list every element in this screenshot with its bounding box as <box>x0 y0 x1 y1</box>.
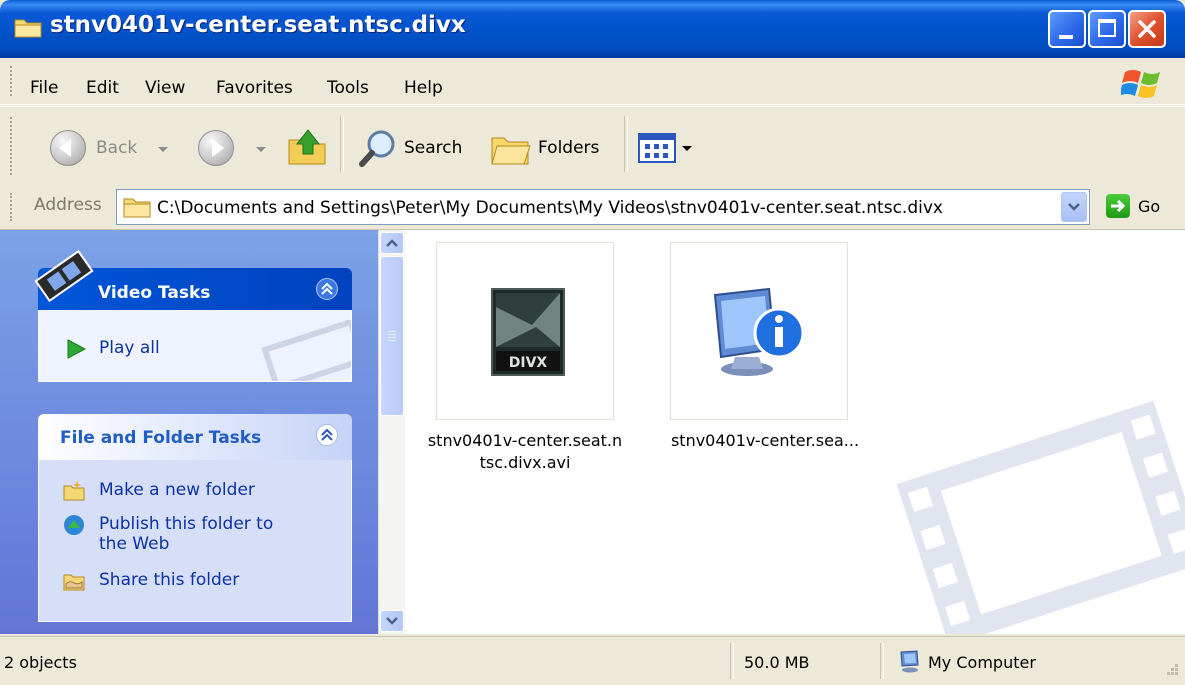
go-button[interactable] <box>1106 194 1130 218</box>
scroll-down-button[interactable] <box>380 610 404 632</box>
toolbar-grip[interactable] <box>10 117 14 175</box>
new-folder-icon <box>63 481 85 501</box>
views-dropdown-icon <box>682 146 692 151</box>
video-tasks-title: Video Tasks <box>98 283 211 303</box>
menu-tools[interactable]: Tools <box>327 78 369 98</box>
folder-icon <box>14 19 42 38</box>
menu-help[interactable]: Help <box>404 78 443 98</box>
menu-view[interactable]: View <box>145 78 185 98</box>
status-object-count: 2 objects <box>4 653 77 672</box>
status-zone: My Computer <box>928 653 1036 672</box>
publish-folder-link-line2[interactable]: the Web <box>99 534 169 554</box>
address-dropdown-button[interactable] <box>1061 192 1087 222</box>
menu-file[interactable]: File <box>30 78 58 98</box>
forward-arrow-icon <box>198 130 234 166</box>
up-folder-icon[interactable] <box>286 126 328 168</box>
minimize-icon <box>1059 35 1073 39</box>
windows-logo-icon <box>1121 70 1160 98</box>
chevron-down-icon <box>386 617 398 625</box>
search-label: Search <box>404 138 463 158</box>
file-name-line1: stnv0401v-center.sea... <box>670 431 860 450</box>
share-folder-icon <box>63 574 85 591</box>
file-name-line1: stnv0401v-center.seat.n <box>427 431 623 450</box>
folders-label: Folders <box>538 138 600 158</box>
file-name: stnv0401v-center.sea... <box>645 430 885 452</box>
scroll-up-button[interactable] <box>380 232 404 254</box>
back-arrow-icon <box>50 130 86 166</box>
file-list[interactable]: DIVX stnv0401v-center.seat.n tsc.divx.av… <box>405 230 1185 634</box>
collapse-icon[interactable] <box>316 278 338 300</box>
maximize-button[interactable] <box>1088 10 1126 48</box>
publish-web-icon <box>64 515 84 535</box>
search-button[interactable]: Search <box>352 124 470 170</box>
publish-folder-link[interactable]: Publish this folder to <box>99 514 273 534</box>
go-arrow-icon <box>1111 199 1126 213</box>
address-bar: Address C:\Documents and Settings\Peter\… <box>0 185 1185 230</box>
play-icon <box>67 339 87 359</box>
task-pane: Video Tasks Play all File and Folder Tas… <box>0 230 378 634</box>
computer-info-icon <box>713 287 805 376</box>
svg-text:DIVX: DIVX <box>509 355 548 371</box>
address-grip[interactable] <box>10 193 14 221</box>
file-thumbnail[interactable] <box>670 242 848 420</box>
close-icon <box>1138 20 1156 38</box>
menu-edit[interactable]: Edit <box>86 78 119 98</box>
film-watermark-icon <box>896 400 1185 634</box>
folders-button[interactable]: Folders <box>486 124 616 170</box>
film-watermark-icon <box>261 320 351 381</box>
toolbar-separator <box>624 116 628 172</box>
status-divider <box>880 643 884 679</box>
file-thumbnail[interactable]: DIVX <box>436 242 614 420</box>
scroll-thumb[interactable] <box>380 256 404 416</box>
back-button[interactable]: Back <box>40 125 180 175</box>
file-folder-tasks-title: File and Folder Tasks <box>60 428 262 448</box>
status-bar: 2 objects 50.0 MB My Computer <box>0 636 1185 685</box>
views-button[interactable] <box>636 128 698 168</box>
views-icon <box>638 133 676 163</box>
address-label: Address <box>34 195 102 215</box>
status-size: 50.0 MB <box>744 653 810 672</box>
resize-grip-icon[interactable] <box>1160 661 1180 681</box>
film-strip-icon <box>34 249 94 303</box>
title-bar[interactable]: stnv0401v-center.seat.ntsc.divx <box>0 0 1185 58</box>
chevron-up-icon <box>386 239 398 247</box>
toolbar-separator <box>340 116 344 172</box>
share-folder-link[interactable]: Share this folder <box>99 570 239 590</box>
file-name: stnv0401v-center.seat.n tsc.divx.avi <box>405 430 645 474</box>
back-label: Back <box>96 138 138 158</box>
address-input[interactable]: C:\Documents and Settings\Peter\My Docum… <box>116 189 1090 225</box>
file-name-line2: tsc.divx.avi <box>479 453 571 472</box>
video-tasks-body: Play all <box>38 310 352 382</box>
search-icon <box>359 130 395 167</box>
my-computer-icon <box>900 650 919 673</box>
window-title: stnv0401v-center.seat.ntsc.divx <box>50 12 466 38</box>
folder-icon <box>123 198 151 218</box>
file-folder-tasks-body: Make a new folder Publish this folder to… <box>38 460 352 622</box>
menu-grip[interactable] <box>10 66 14 96</box>
status-divider <box>730 643 734 679</box>
forward-button[interactable] <box>188 125 273 175</box>
address-path: C:\Documents and Settings\Peter\My Docum… <box>157 198 943 218</box>
file-folder-tasks-header[interactable]: File and Folder Tasks <box>38 414 352 460</box>
collapse-icon[interactable] <box>316 424 338 446</box>
divx-video-icon: DIVX <box>491 288 565 376</box>
file-item[interactable]: DIVX stnv0401v-center.seat.n tsc.divx.av… <box>405 230 655 490</box>
maximize-icon <box>1098 19 1116 37</box>
play-all-link[interactable]: Play all <box>99 338 160 358</box>
go-label[interactable]: Go <box>1138 197 1160 216</box>
chevron-down-icon <box>1068 203 1080 211</box>
forward-dropdown-icon <box>256 147 266 152</box>
file-item[interactable]: stnv0401v-center.sea... <box>645 230 895 490</box>
close-button[interactable] <box>1128 10 1166 48</box>
back-dropdown-icon <box>158 147 168 152</box>
vertical-scrollbar[interactable] <box>378 230 405 634</box>
make-new-folder-link[interactable]: Make a new folder <box>99 480 255 500</box>
folders-icon <box>491 137 531 165</box>
menu-favorites[interactable]: Favorites <box>216 78 293 98</box>
explorer-window: stnv0401v-center.seat.ntsc.divx File Edi… <box>0 0 1185 685</box>
minimize-button[interactable] <box>1048 10 1086 48</box>
menu-bar: File Edit View Favorites Tools Help <box>0 58 1185 105</box>
thumb-grip <box>388 331 396 332</box>
